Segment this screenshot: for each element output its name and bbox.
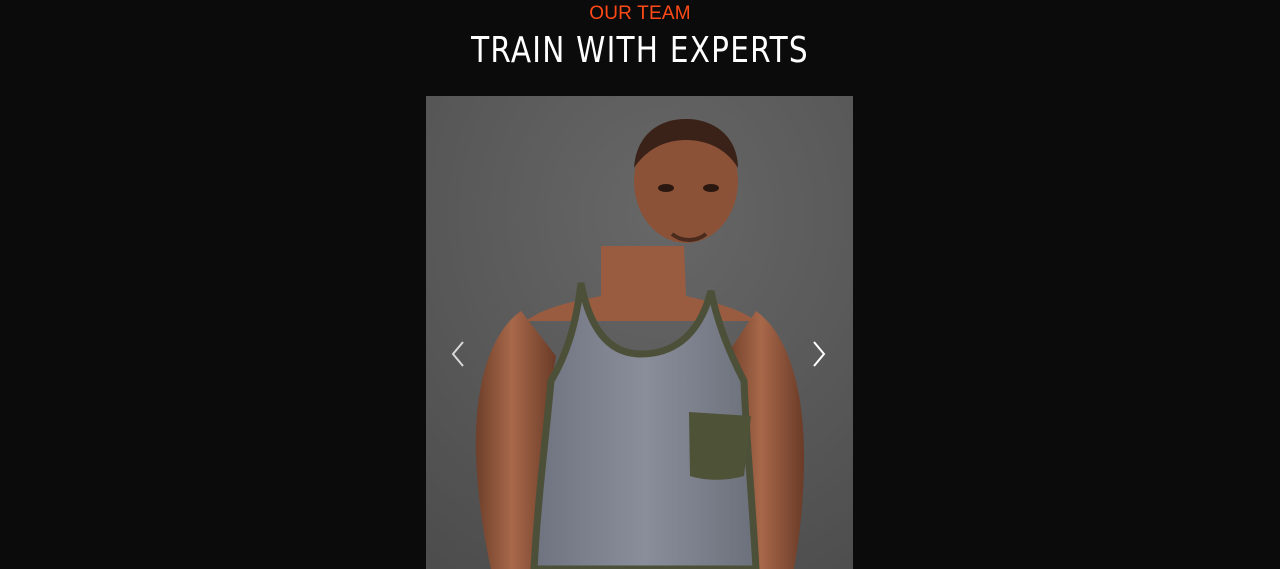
section-title: TRAIN WITH EXPERTS [471,30,809,71]
chevron-left-icon[interactable] [446,339,470,369]
section-eyebrow: OUR TEAM [589,3,691,24]
team-section: OUR TEAM TRAIN WITH EXPERTS [0,0,1280,569]
team-slider [426,96,853,569]
trainer-photo [426,96,853,569]
chevron-right-icon[interactable] [807,339,831,369]
